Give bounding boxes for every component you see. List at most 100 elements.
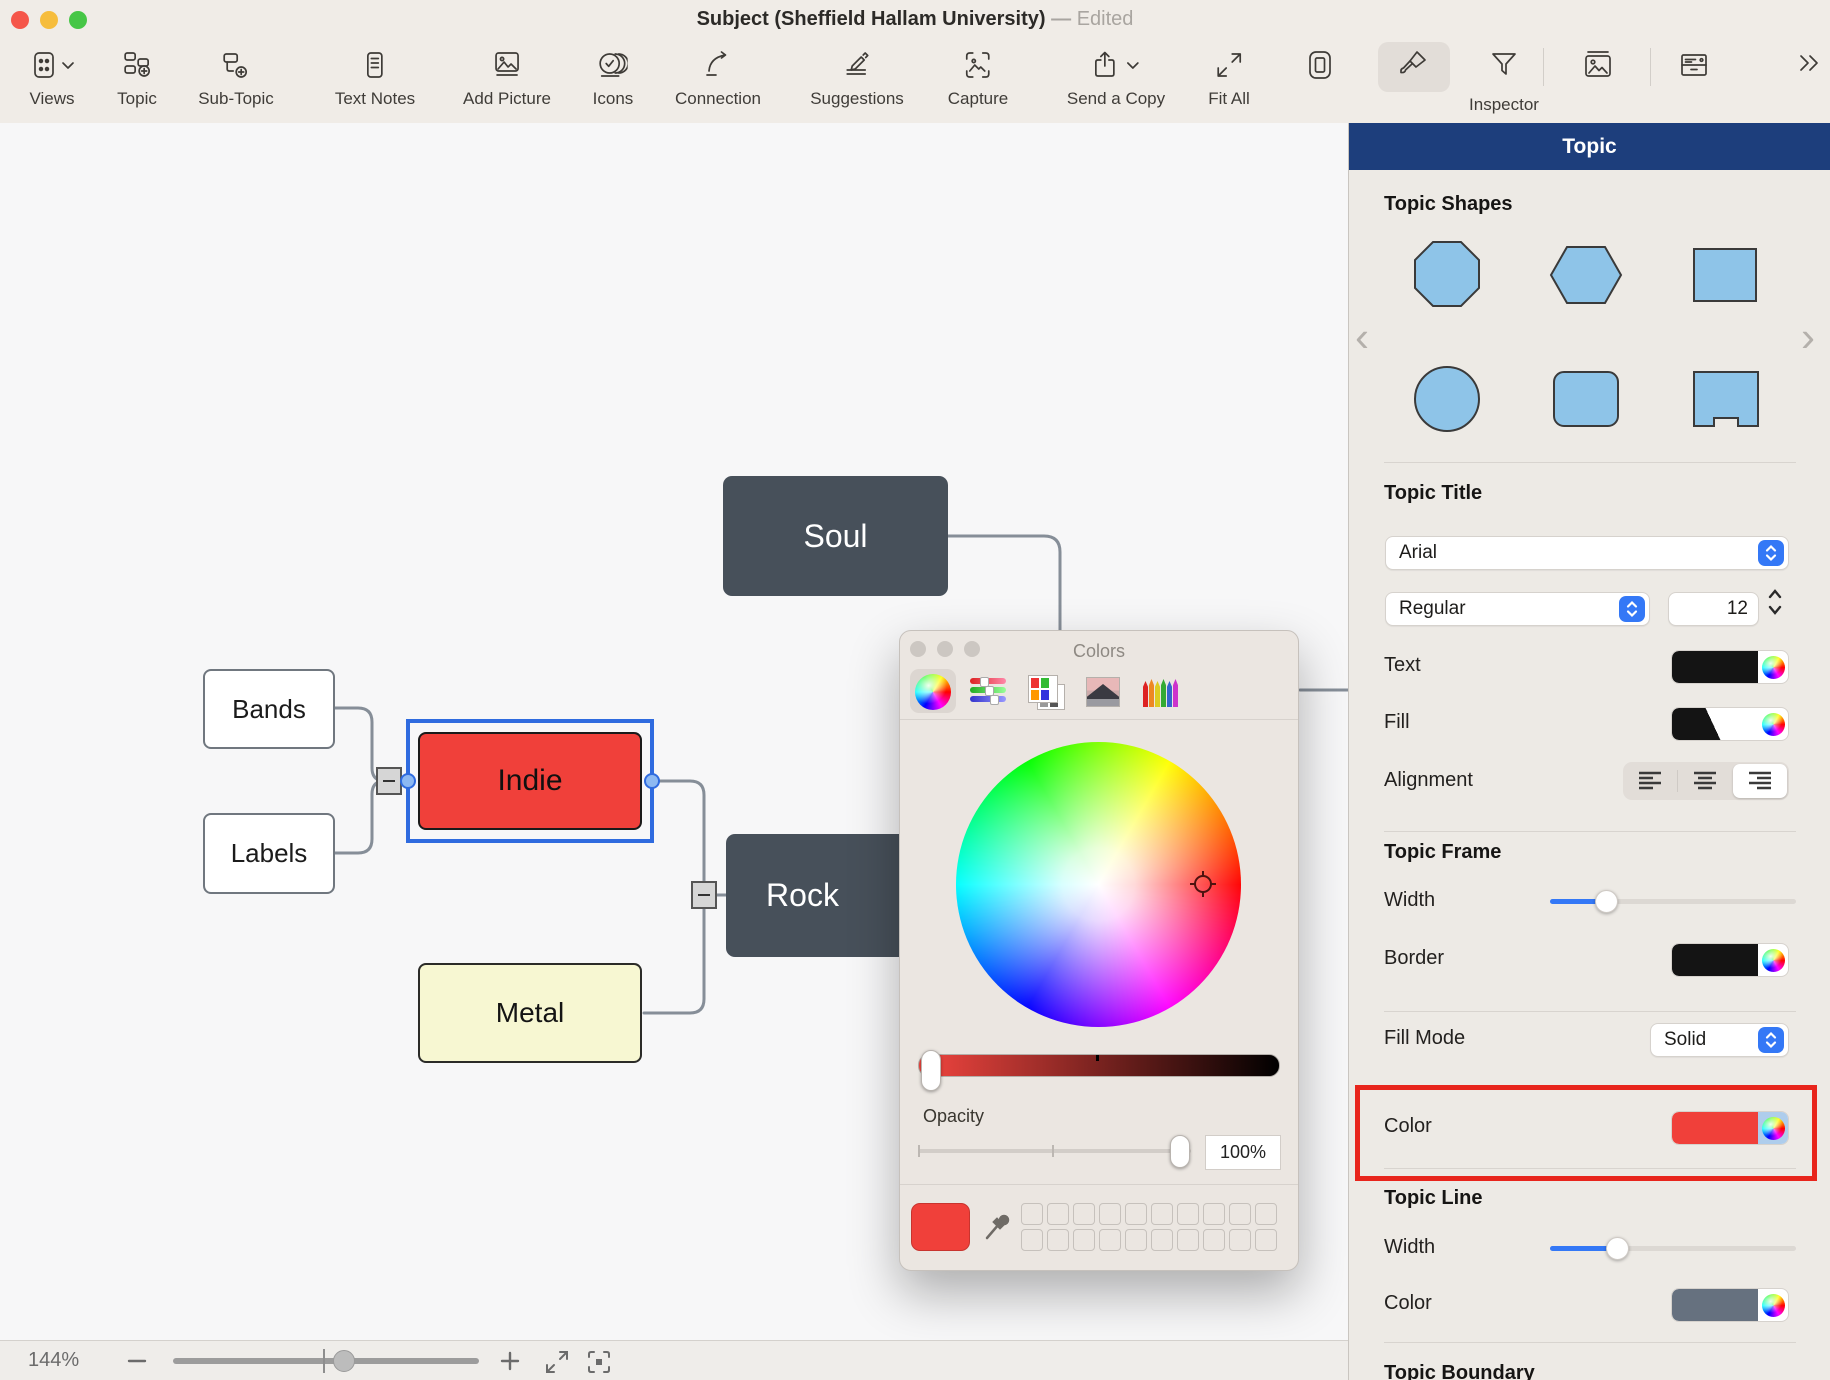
- opacity-value-field[interactable]: 100%: [1205, 1135, 1281, 1170]
- color-picker-ball-icon: [1762, 1294, 1785, 1317]
- style-tool-button[interactable]: [1396, 48, 1430, 87]
- opacity-label: Opacity: [923, 1106, 984, 1127]
- add-picture-button[interactable]: Add Picture: [463, 44, 551, 109]
- shape-rounded-rectangle[interactable]: [1552, 370, 1620, 428]
- topic-button[interactable]: Topic: [117, 44, 157, 109]
- font-size-stepper[interactable]: [1766, 588, 1784, 616]
- node-indie[interactable]: Indie: [418, 732, 642, 830]
- frame-width-label: Width: [1384, 889, 1435, 912]
- text-notes-button[interactable]: Text Notes: [335, 44, 415, 109]
- section-divider: [1384, 1168, 1796, 1169]
- text-notes-icon: [360, 50, 390, 80]
- zoom-slider-thumb[interactable]: [333, 1350, 355, 1372]
- node-bands[interactable]: Bands: [203, 669, 335, 749]
- node-indie-label: Indie: [497, 764, 562, 798]
- document-title: Subject (Sheffield Hallam University): [697, 8, 1046, 30]
- paintbrush-icon: [1396, 48, 1430, 82]
- shapes-next-button[interactable]: ›: [1801, 313, 1815, 361]
- center-selection-icon[interactable]: [586, 1349, 612, 1375]
- line-width-label: Width: [1384, 1236, 1435, 1259]
- brightness-tick: [1096, 1055, 1099, 1061]
- zoom-in-button[interactable]: [500, 1351, 520, 1371]
- align-right-button[interactable]: [1733, 764, 1787, 798]
- shape-circle[interactable]: [1413, 365, 1481, 433]
- shape-octagon[interactable]: [1412, 239, 1482, 309]
- text-color-well[interactable]: [1671, 650, 1789, 684]
- collapse-badge-indie[interactable]: [376, 767, 402, 795]
- border-color-well[interactable]: [1671, 943, 1789, 977]
- send-a-copy-icon: [1090, 50, 1142, 80]
- node-labels[interactable]: Labels: [203, 813, 335, 894]
- fit-all-status-icon[interactable]: [544, 1349, 570, 1375]
- opacity-slider[interactable]: [918, 1149, 1191, 1153]
- connection-icon: [703, 50, 733, 80]
- frame-width-slider-thumb[interactable]: [1595, 890, 1618, 913]
- opacity-slider-thumb[interactable]: [1170, 1135, 1190, 1168]
- frame-color-well[interactable]: [1671, 1111, 1789, 1145]
- collapse-badge-rock[interactable]: [691, 881, 717, 909]
- media-tool-button[interactable]: [1581, 48, 1615, 87]
- topic-title-section: Topic Title: [1384, 482, 1482, 505]
- eyedropper-icon[interactable]: [982, 1209, 1010, 1243]
- double-chevron-right-icon: [1795, 48, 1825, 78]
- font-size-value: 12: [1727, 598, 1748, 620]
- icons-button[interactable]: Icons: [593, 44, 634, 109]
- status-bar: 144%: [0, 1340, 1348, 1380]
- shapes-prev-button[interactable]: ‹: [1355, 313, 1369, 361]
- font-size-field[interactable]: 12: [1668, 592, 1759, 626]
- palette-tab-icon[interactable]: [1028, 675, 1062, 709]
- fit-all-button[interactable]: Fit All: [1208, 44, 1250, 109]
- selection-handle-right[interactable]: [644, 773, 660, 789]
- line-width-slider-thumb[interactable]: [1606, 1237, 1629, 1260]
- shape-hexagon[interactable]: [1549, 245, 1623, 305]
- capture-button[interactable]: Capture: [948, 44, 1008, 109]
- border-color-swatch: [1672, 944, 1758, 976]
- app-window: Subject (Sheffield Hallam University) — …: [0, 0, 1830, 1380]
- brightness-slider[interactable]: [918, 1054, 1280, 1077]
- filter-tool-button[interactable]: [1487, 48, 1521, 87]
- fill-color-label: Fill: [1384, 711, 1410, 734]
- align-center-button[interactable]: [1678, 762, 1732, 800]
- chevron-down-icon: [63, 63, 73, 68]
- align-left-button[interactable]: [1623, 762, 1677, 800]
- views-icon: [29, 50, 75, 80]
- chevron-down-icon: [1128, 63, 1138, 68]
- font-style-select[interactable]: Regular: [1385, 592, 1650, 626]
- overflow-tools-button[interactable]: [1795, 48, 1825, 83]
- node-rock-label: Rock: [766, 877, 839, 914]
- toolbar-separator: [1543, 48, 1544, 86]
- suggestions-button[interactable]: Suggestions: [810, 44, 904, 109]
- current-color-swatch[interactable]: [911, 1203, 970, 1251]
- views-button[interactable]: Views: [29, 44, 75, 109]
- connection-button[interactable]: Connection: [675, 44, 761, 109]
- selection-handle-left[interactable]: [400, 773, 416, 789]
- color-wheel-crosshair[interactable]: [1188, 869, 1218, 899]
- fill-mode-select[interactable]: Solid: [1650, 1023, 1789, 1057]
- pencils-tab-icon[interactable]: [1143, 675, 1183, 707]
- colors-dialog[interactable]: Colors: [899, 630, 1299, 1271]
- sub-topic-button[interactable]: Sub-Topic: [198, 44, 274, 109]
- shape-rectangle[interactable]: [1692, 247, 1758, 303]
- toolbar-separator: [1650, 48, 1651, 86]
- frame-tool-button[interactable]: [1303, 48, 1337, 87]
- saved-swatches-grid[interactable]: [1021, 1203, 1277, 1251]
- zoom-slider[interactable]: [173, 1358, 479, 1364]
- line-color-label: Color: [1384, 1292, 1432, 1315]
- color-wheel-tab-icon[interactable]: [915, 674, 951, 710]
- fill-color-well[interactable]: [1671, 707, 1789, 741]
- zoom-out-button[interactable]: [127, 1352, 147, 1370]
- section-divider: [1384, 1011, 1796, 1012]
- line-color-well[interactable]: [1671, 1288, 1789, 1322]
- font-family-select[interactable]: Arial: [1385, 536, 1789, 570]
- image-tab-icon[interactable]: [1086, 677, 1120, 707]
- send-a-copy-button[interactable]: Send a Copy: [1067, 44, 1165, 109]
- colors-dialog-title: Colors: [900, 641, 1298, 662]
- capture-icon: [963, 50, 993, 80]
- node-metal[interactable]: Metal: [418, 963, 642, 1063]
- brightness-slider-thumb[interactable]: [921, 1050, 941, 1091]
- sliders-tab-icon[interactable]: [970, 678, 1006, 706]
- archive-tool-button[interactable]: [1677, 48, 1711, 87]
- shape-notched-rectangle[interactable]: [1692, 370, 1760, 428]
- line-color-swatch: [1672, 1289, 1758, 1321]
- node-soul[interactable]: Soul: [723, 476, 948, 596]
